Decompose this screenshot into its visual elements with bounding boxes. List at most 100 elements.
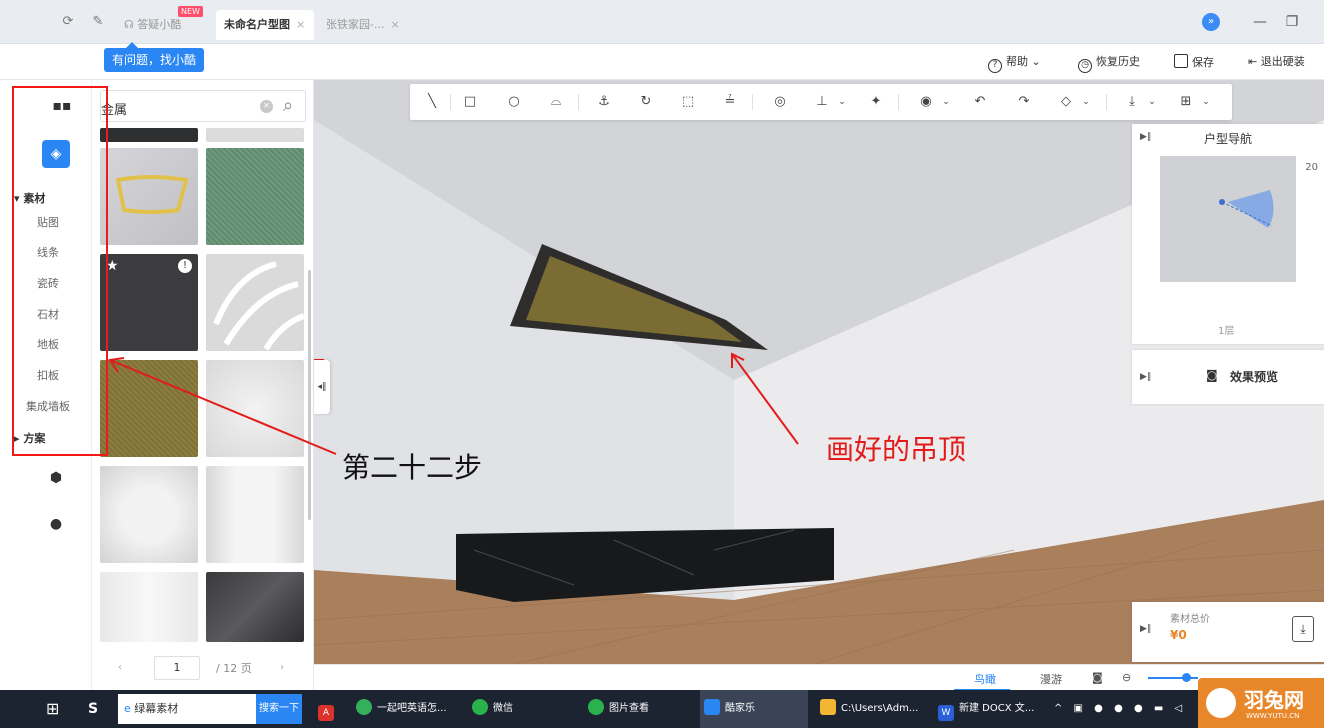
system-tray[interactable]: ^ ▣ ● ● ● ▬ ◁ [1050, 690, 1190, 728]
camera-view-icon [1219, 190, 1274, 228]
chevron-down-icon[interactable]: ⌄ [1196, 92, 1216, 112]
os-taskbar: ⊞ S e 绿幕素材 搜索一下 A 一起吧英语怎... 微信 图片查看 酷家乐 … [0, 690, 1324, 728]
align-tool-icon[interactable]: ≟ [720, 92, 740, 112]
exit-icon: ⇤ [1248, 55, 1261, 68]
expand-icon[interactable]: ▶‖ [1140, 624, 1151, 634]
rotate-tool-icon[interactable]: ↻ [636, 92, 656, 112]
windows-start-icon[interactable]: ⊞ [42, 690, 72, 728]
price-panel: ▶‖ 素材总价 ¥0 ⤓ [1132, 602, 1324, 662]
minimize-button[interactable]: — [1250, 12, 1270, 32]
close-icon[interactable]: × [390, 18, 399, 31]
material-tile[interactable]: ★ ! [100, 254, 198, 351]
price-value: ¥0 [1170, 628, 1187, 642]
chevron-down-icon[interactable]: ⌄ [832, 92, 852, 112]
annotation-ceiling: 画好的吊顶 [826, 433, 967, 466]
close-icon[interactable]: × [296, 18, 305, 31]
taskbar-app-english[interactable]: 一起吧英语怎... [352, 690, 460, 728]
taskbar-app-explorer[interactable]: C:\Users\Adm... [816, 690, 928, 728]
highlight-box [12, 86, 108, 456]
chevron-down-icon[interactable]: ⌄ [1076, 92, 1096, 112]
redo-tool-icon[interactable]: ↷ [1014, 92, 1034, 112]
map-tool-icon[interactable]: ⊞ [1176, 92, 1196, 112]
preview-label: 效果预览 [1230, 370, 1279, 384]
chevron-down-icon[interactable]: ⌄ [1142, 92, 1162, 112]
anchor-tool-icon[interactable]: ⚓ [594, 92, 614, 112]
floorplan-nav-panel: ▶‖ 户型导航 20 1层 [1132, 124, 1324, 344]
screenshot-icon[interactable]: ◙ [1092, 671, 1103, 684]
zoom-handle[interactable] [1182, 673, 1191, 682]
export-icon[interactable]: ⤓ [1292, 616, 1314, 642]
taskbar-app-wechat[interactable]: 微信 [468, 690, 576, 728]
search-icon[interactable]: ⌕ [277, 95, 299, 117]
taskbar-search-button[interactable]: 搜索一下 [256, 694, 302, 724]
minimap[interactable] [1160, 156, 1296, 282]
tab-floorplan[interactable]: 未命名户型图 × [216, 10, 314, 40]
distribute-tool-icon[interactable]: ⊥ [812, 92, 832, 112]
new-badge: NEW [178, 6, 203, 17]
frame-tool-icon[interactable]: ⬚ [678, 92, 698, 112]
zoom-out-icon[interactable]: ⊖ [1122, 671, 1131, 684]
history-button[interactable]: ◷ 恢复历史 [1078, 54, 1140, 73]
app-s-icon[interactable]: S [84, 690, 114, 728]
acrobat-icon[interactable]: A [314, 690, 344, 728]
expand-icon[interactable]: ▶‖ [1140, 132, 1151, 142]
nav-badge: 20 [1305, 162, 1318, 173]
material-tile[interactable] [100, 466, 198, 563]
pagination: ‹ 1 / 12 页 › [92, 654, 314, 684]
taskbar-app-kujiale[interactable]: 酷家乐 [700, 690, 808, 728]
account-icon[interactable]: » [1202, 13, 1220, 31]
pin-icon[interactable]: ✎ [90, 14, 106, 30]
user-icon[interactable]: ● [42, 510, 70, 538]
material-tile[interactable] [100, 128, 198, 142]
download-tool-icon[interactable]: ⤓ [1122, 92, 1142, 112]
material-tile[interactable] [206, 572, 304, 642]
taskbar-app-photos[interactable]: 图片查看 [584, 690, 692, 728]
logo-brand: 羽兔网 [1244, 688, 1304, 712]
help-tooltip[interactable]: 有问题，找小酷 [104, 42, 205, 72]
save-button[interactable]: 保存 [1174, 54, 1214, 70]
preview-panel[interactable]: ▶‖ ◙ 效果预览 [1132, 350, 1324, 404]
page-input[interactable]: 1 [154, 656, 200, 680]
wechat-icon [472, 699, 488, 715]
expand-icon[interactable]: ▶‖ [1140, 372, 1151, 382]
material-tile[interactable] [100, 148, 198, 245]
ie-icon: e [124, 702, 131, 715]
hexagon-icon[interactable]: ⬢ [42, 464, 70, 492]
clear-icon[interactable]: × [260, 100, 273, 113]
headset-icon: ☊ [124, 18, 138, 31]
undo-tool-icon[interactable]: ↶ [970, 92, 990, 112]
eraser-tool-icon[interactable]: ◇ [1056, 92, 1076, 112]
camera-tool-icon[interactable]: ◎ [770, 92, 790, 112]
taskbar-search-input[interactable]: e 绿幕素材 [118, 694, 256, 724]
frame-preview-icon [115, 175, 189, 214]
material-tile[interactable] [206, 254, 304, 351]
eye-tool-icon[interactable]: ◉ [916, 92, 936, 112]
prev-page-icon[interactable]: ‹ [118, 662, 122, 673]
material-tile[interactable] [206, 466, 304, 563]
circle-tool-icon[interactable]: ○ [504, 92, 524, 112]
search-box[interactable]: 金属 × ⌕ [100, 90, 306, 122]
tab-roam[interactable]: 漫游 [1040, 671, 1062, 687]
next-page-icon[interactable]: › [280, 662, 284, 673]
tab-bar: ⟳ ✎ ☊ 答疑小酷 NEW 未命名户型图 × 张铁家园-... × » — ❐ [0, 0, 1324, 44]
refresh-icon[interactable]: ⟳ [60, 14, 76, 30]
tab-other[interactable]: 张铁家园-... × [318, 10, 408, 40]
rect-tool-icon[interactable]: □ [460, 92, 480, 112]
material-tile[interactable] [100, 572, 198, 642]
material-tile[interactable] [206, 148, 304, 245]
floor-label[interactable]: 1层 [1218, 322, 1234, 337]
exit-button[interactable]: ⇤ 退出硬装 [1248, 54, 1305, 70]
chevron-down-icon: ⌄ [1031, 55, 1041, 68]
line-tool-icon[interactable]: ╲ [422, 92, 442, 112]
chevron-down-icon[interactable]: ⌄ [936, 92, 956, 112]
arc-tool-icon[interactable]: ⌓ [546, 92, 566, 112]
browser-icon [356, 699, 372, 715]
restore-button[interactable]: ❐ [1282, 12, 1302, 32]
brush-tool-icon[interactable]: ✦ [866, 92, 886, 112]
taskbar-app-word[interactable]: W 新建 DOCX 文... [934, 690, 1046, 728]
tab-birdseye[interactable]: 鸟瞰 [974, 671, 996, 687]
info-icon[interactable]: ! [178, 259, 192, 273]
material-tile[interactable] [206, 128, 304, 142]
image-viewer-icon [588, 699, 604, 715]
help-button[interactable]: ? 帮助 ⌄ [988, 54, 1041, 73]
